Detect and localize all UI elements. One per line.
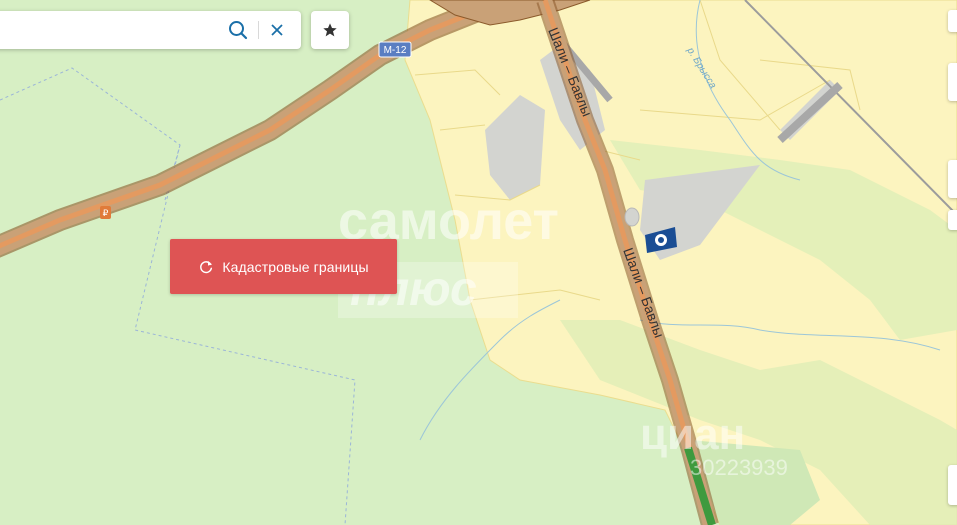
fuel-marker: ₽ xyxy=(100,206,111,219)
map-control-layers[interactable] xyxy=(948,63,957,101)
gas-station-icon xyxy=(645,227,677,253)
gas-station-poi[interactable] xyxy=(643,225,679,255)
cadastral-boundaries-button[interactable]: Кадастровые границы xyxy=(170,239,397,294)
star-icon xyxy=(323,23,337,37)
map-control-zoom-out[interactable] xyxy=(948,210,957,230)
highway-shield-label: М-12 xyxy=(384,45,407,56)
map-layer: М-12 ₽ Шали – Бавлы Шали – Бавлы р. Брыс… xyxy=(0,0,957,525)
refresh-icon xyxy=(200,260,213,273)
map-control-zoom-in[interactable] xyxy=(948,160,957,198)
highway-shield: М-12 xyxy=(378,41,412,58)
close-icon xyxy=(271,24,283,36)
clear-search-button[interactable] xyxy=(266,19,288,41)
fuel-marker-label: ₽ xyxy=(103,208,109,218)
favorite-button[interactable] xyxy=(311,11,349,49)
cadastral-boundaries-label: Кадастровые границы xyxy=(222,258,369,275)
map-canvas[interactable]: М-12 ₽ Шали – Бавлы Шали – Бавлы р. Брыс… xyxy=(0,0,957,525)
search-input[interactable] xyxy=(0,11,210,49)
search-bar xyxy=(0,11,301,49)
search-icon xyxy=(229,21,248,40)
map-control-top[interactable] xyxy=(948,10,957,32)
pond xyxy=(624,207,640,227)
map-control-bottom[interactable] xyxy=(948,465,957,505)
search-separator xyxy=(258,21,259,39)
search-button[interactable] xyxy=(226,18,250,42)
